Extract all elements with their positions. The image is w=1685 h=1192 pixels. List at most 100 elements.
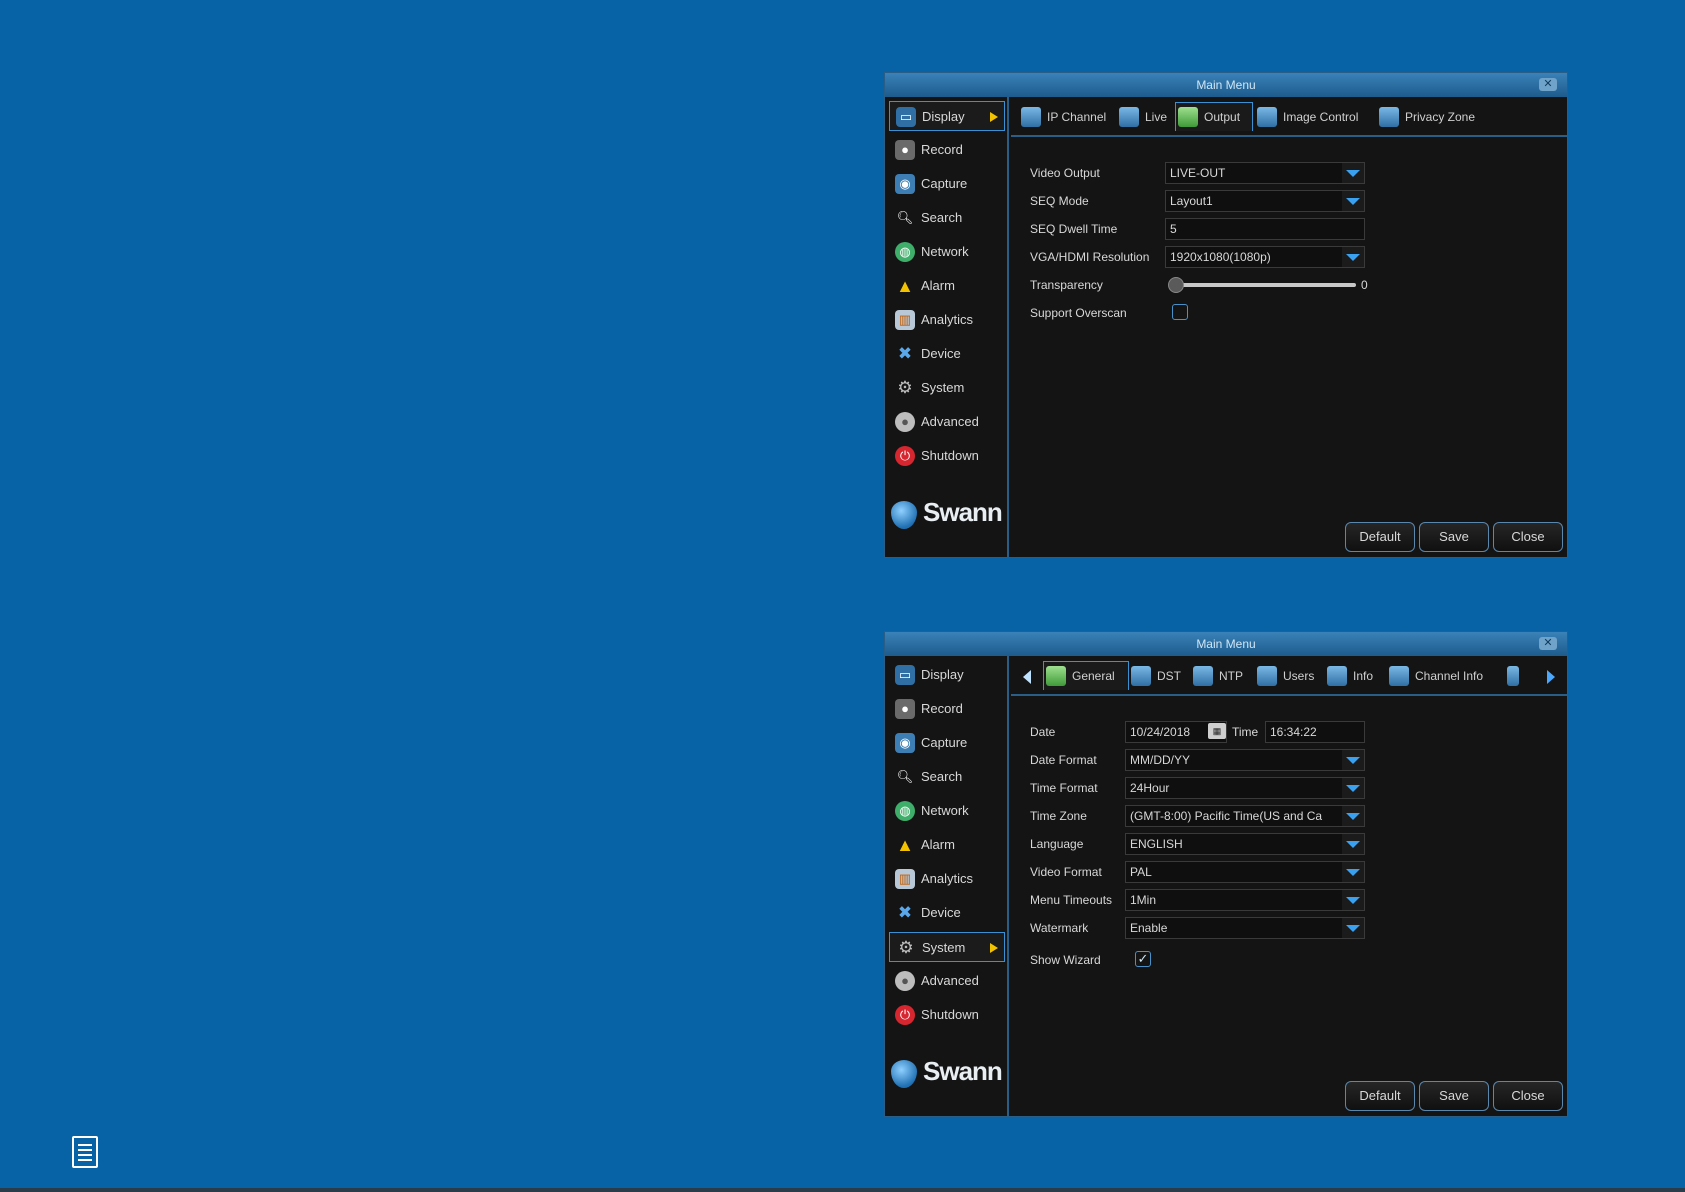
tab-users[interactable]: Users [1255,662,1323,690]
video-output-select[interactable]: LIVE-OUT [1165,162,1365,184]
sidebar-item-shutdown[interactable]: ⏻ Shutdown [889,1000,1005,1030]
close-icon[interactable]: ✕ [1539,637,1557,650]
capture-icon: ◉ [895,174,915,194]
ntp-icon [1193,666,1213,686]
sidebar-item-network[interactable]: ◍ Network [889,237,1005,267]
chevron-down-icon[interactable] [1342,918,1364,938]
display-icon: ▭ [896,107,916,127]
tab-info[interactable]: Info [1325,662,1385,690]
tab-privacy-zone[interactable]: Privacy Zone [1377,103,1487,131]
active-arrow-icon [990,112,998,122]
resolution-select[interactable]: 1920x1080(1080p) [1165,246,1365,268]
live-icon [1119,107,1139,127]
alarm-icon: ▲ [896,276,914,296]
close-icon[interactable]: ✕ [1539,78,1557,91]
transparency-slider[interactable] [1172,283,1356,287]
tab-ntp[interactable]: NTP [1191,662,1253,690]
save-button[interactable]: Save [1419,522,1489,552]
tab-live[interactable]: Live [1117,103,1173,131]
sidebar-item-display[interactable]: ▭ Display [889,660,1005,690]
sidebar-item-search[interactable]: 🔍︎ Search [889,762,1005,792]
sidebar-item-analytics[interactable]: ▥ Analytics [889,305,1005,335]
device-icon: ✖ [897,903,913,922]
sidebar-item-shutdown[interactable]: ⏻ Shutdown [889,441,1005,471]
alarm-icon: ▲ [896,835,914,855]
tab-dst[interactable]: DST [1129,662,1189,690]
video-format-select[interactable]: PAL [1125,861,1365,883]
analytics-icon: ▥ [895,869,915,889]
tab-channel-info[interactable]: Channel Info [1387,662,1499,690]
output-icon [1178,107,1198,127]
analytics-icon: ▥ [895,310,915,330]
advanced-icon: ● [895,412,915,432]
device-icon: ✖ [897,344,913,363]
close-button[interactable]: Close [1493,522,1563,552]
chevron-down-icon[interactable] [1342,163,1364,183]
chevron-down-icon[interactable] [1342,778,1364,798]
sidebar-item-advanced[interactable]: ● Advanced [889,407,1005,437]
sidebar-item-alarm[interactable]: ▲ Alarm [889,271,1005,301]
sidebar-item-network[interactable]: ◍ Network [889,796,1005,826]
sidebar-item-system[interactable]: ⚙ System [889,932,1005,962]
chevron-down-icon[interactable] [1342,750,1364,770]
chevron-down-icon[interactable] [1342,890,1364,910]
show-wizard-checkbox[interactable]: ✓ [1135,951,1151,967]
chevron-down-icon[interactable] [1342,806,1364,826]
gear-icon: ⚙ [897,378,913,397]
bottom-rule [0,1188,1685,1192]
date-format-select[interactable]: MM/DD/YY [1125,749,1365,771]
record-icon: ● [895,140,915,160]
sidebar-item-advanced[interactable]: ● Advanced [889,966,1005,996]
sidebar-item-capture[interactable]: ◉ Capture [889,728,1005,758]
default-button[interactable]: Default [1345,522,1415,552]
display-output-screen: Main Menu ✕ ▭ Display ● Record ◉ Capture… [884,72,1568,558]
sidebar-item-alarm[interactable]: ▲ Alarm [889,830,1005,860]
capture-icon: ◉ [895,733,915,753]
default-button[interactable]: Default [1345,1081,1415,1111]
transparency-value: 0 [1361,278,1368,292]
power-icon: ⏻ [895,446,915,466]
sidebar-item-capture[interactable]: ◉ Capture [889,169,1005,199]
advanced-icon: ● [895,971,915,991]
language-select[interactable]: ENGLISH [1125,833,1365,855]
chevron-down-icon[interactable] [1342,191,1364,211]
time-format-select[interactable]: 24Hour [1125,777,1365,799]
chevron-down-icon[interactable] [1342,247,1364,267]
time-zone-select[interactable]: (GMT-8:00) Pacific Time(US and Ca [1125,805,1365,827]
calendar-icon[interactable]: ▦ [1208,723,1226,739]
tab-ip-channel[interactable]: IP Channel [1019,103,1115,131]
document-icon[interactable] [72,1136,98,1168]
sidebar-item-record[interactable]: ● Record [889,694,1005,724]
tab-scroll-right-icon[interactable] [1547,670,1555,684]
swann-shield-icon [891,501,917,529]
swann-shield-icon [891,1060,917,1088]
window-titlebar: Main Menu ✕ [885,632,1567,656]
tab-output[interactable]: Output [1175,102,1253,131]
tab-general[interactable]: General [1043,661,1129,690]
time-input[interactable]: 16:34:22 [1265,721,1365,743]
main-menu-sidebar: ▭ Display ● Record ◉ Capture 🔍︎ Search ◍… [885,656,1009,1116]
sidebar-item-analytics[interactable]: ▥ Analytics [889,864,1005,894]
seq-mode-select[interactable]: Layout1 [1165,190,1365,212]
sidebar-item-device[interactable]: ✖ Device [889,339,1005,369]
sidebar-item-system[interactable]: ⚙ System [889,373,1005,403]
network-icon: ◍ [895,801,915,821]
sidebar-item-search[interactable]: 🔍︎ Search [889,203,1005,233]
watermark-select[interactable]: Enable [1125,917,1365,939]
tab-scroll-left-icon[interactable] [1023,670,1031,684]
seq-dwell-input[interactable]: 5 [1165,218,1365,240]
sidebar-item-device[interactable]: ✖ Device [889,898,1005,928]
close-button[interactable]: Close [1493,1081,1563,1111]
dst-icon [1131,666,1151,686]
menu-timeouts-select[interactable]: 1Min [1125,889,1365,911]
tab-bar: IP Channel Live Output Image Control Pri… [1011,99,1567,137]
transparency-slider-knob[interactable] [1168,277,1184,293]
chevron-down-icon[interactable] [1342,834,1364,854]
power-icon: ⏻ [895,1005,915,1025]
overscan-checkbox[interactable] [1172,304,1188,320]
chevron-down-icon[interactable] [1342,862,1364,882]
save-button[interactable]: Save [1419,1081,1489,1111]
sidebar-item-display[interactable]: ▭ Display [889,101,1005,131]
tab-image-control[interactable]: Image Control [1255,103,1375,131]
sidebar-item-record[interactable]: ● Record [889,135,1005,165]
